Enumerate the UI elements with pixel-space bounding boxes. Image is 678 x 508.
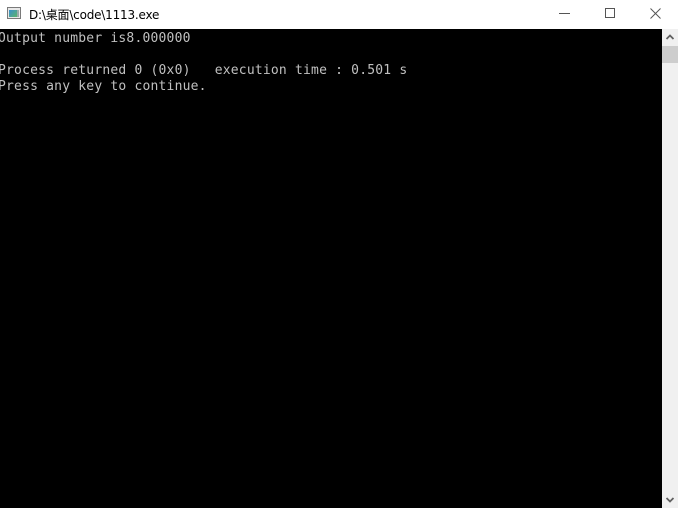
title-bar[interactable]: D:\桌面\code\1113.exe [0, 0, 678, 29]
vertical-scrollbar[interactable] [662, 29, 678, 508]
close-button[interactable] [632, 0, 678, 29]
scroll-down-button[interactable] [662, 492, 678, 508]
app-icon-graphic [9, 10, 17, 17]
chevron-up-icon [666, 34, 674, 40]
maximize-icon [605, 8, 615, 18]
console-app-icon[interactable] [7, 7, 21, 19]
console-line: Output number is8.000000 [0, 31, 191, 46]
app-icon-side [17, 10, 19, 17]
console-line: Process returned 0 (0x0) execution time … [0, 63, 408, 78]
window-title: D:\桌面\code\1113.exe [29, 8, 160, 22]
scrollbar-thumb[interactable] [662, 46, 678, 63]
chevron-down-icon [666, 497, 674, 503]
console-output[interactable]: Output number is8.000000 Process returne… [0, 29, 662, 508]
close-icon [650, 8, 661, 19]
scroll-up-button[interactable] [662, 29, 678, 45]
minimize-button[interactable] [540, 0, 586, 29]
minimize-icon [559, 13, 570, 14]
console-line: Press any key to continue. [0, 79, 207, 94]
maximize-button[interactable] [586, 0, 632, 29]
